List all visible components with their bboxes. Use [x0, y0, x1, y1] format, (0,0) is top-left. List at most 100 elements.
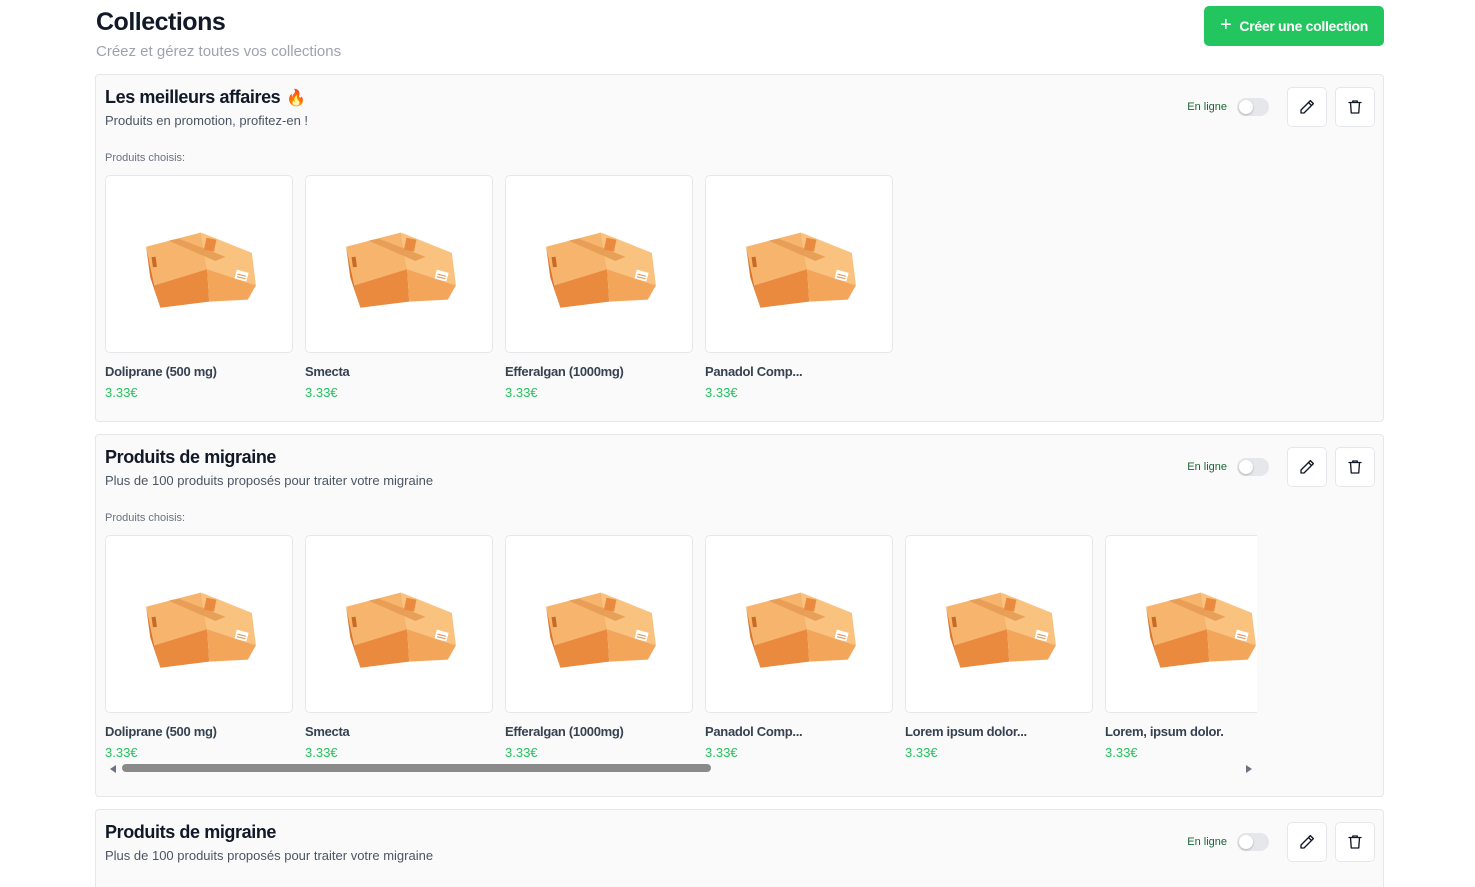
- pencil-icon: [1298, 458, 1316, 476]
- page-subtitle: Créez et gérez toutes vos collections: [96, 43, 342, 60]
- product-image: [905, 535, 1093, 713]
- scroll-right-arrow-icon[interactable]: [1246, 765, 1252, 773]
- box-icon: [538, 578, 660, 670]
- collection-description: Plus de 100 produits proposés pour trait…: [105, 473, 434, 488]
- product-price: 3.33€: [105, 745, 138, 760]
- product-name: Panadol Comp...: [705, 364, 803, 379]
- collection-description: Plus de 100 produits proposés pour trait…: [105, 848, 434, 863]
- product-card[interactable]: Panadol Comp... 3.33€: [705, 535, 893, 760]
- chosen-products-label: Produits choisis:: [105, 512, 186, 524]
- page-header: Collections Créez et gérez toutes vos co…: [96, 8, 341, 60]
- box-icon: [138, 578, 260, 670]
- product-card[interactable]: Smecta 3.33€: [305, 175, 493, 400]
- product-card[interactable]: Efferalgan (1000mg) 3.33€: [505, 535, 693, 760]
- product-card[interactable]: Panadol Comp... 3.33€: [705, 175, 893, 400]
- collection-actions: En ligne: [1187, 447, 1375, 487]
- collection-title: Les meilleurs affaires 🔥: [105, 87, 306, 108]
- box-icon: [738, 578, 860, 670]
- pencil-icon: [1298, 98, 1316, 116]
- product-list: Doliprane (500 mg) 3.33€ Smecta 3.33€ Ef…: [105, 175, 893, 400]
- product-price: 3.33€: [505, 745, 538, 760]
- product-card[interactable]: Lorem, ipsum dolor. 3.33€: [1105, 535, 1257, 760]
- product-price: 3.33€: [705, 385, 738, 400]
- product-image: [305, 535, 493, 713]
- box-icon: [538, 218, 660, 310]
- box-icon: [138, 218, 260, 310]
- product-name: Doliprane (500 mg): [105, 364, 217, 379]
- product-name: Efferalgan (1000mg): [505, 724, 624, 739]
- collection-actions: En ligne: [1187, 87, 1375, 127]
- toggle-knob: [1239, 100, 1253, 114]
- trash-icon: [1346, 98, 1364, 116]
- edit-button[interactable]: [1287, 822, 1327, 862]
- product-price: 3.33€: [305, 385, 338, 400]
- online-toggle[interactable]: [1237, 458, 1269, 476]
- product-image: [105, 535, 293, 713]
- product-card[interactable]: Doliprane (500 mg) 3.33€: [105, 175, 293, 400]
- collection-title: Produits de migraine: [105, 447, 276, 468]
- product-name: Smecta: [305, 364, 350, 379]
- product-image: [1105, 535, 1257, 713]
- product-card[interactable]: Efferalgan (1000mg) 3.33€: [505, 175, 693, 400]
- product-name: Efferalgan (1000mg): [505, 364, 624, 379]
- product-name: Lorem, ipsum dolor.: [1105, 724, 1224, 739]
- box-icon: [738, 218, 860, 310]
- collection-actions: En ligne: [1187, 822, 1375, 862]
- page-title: Collections: [96, 8, 226, 36]
- product-price: 3.33€: [105, 385, 138, 400]
- collection-card: Produits de migraine Plus de 100 produit…: [95, 809, 1384, 887]
- product-price: 3.33€: [1105, 745, 1138, 760]
- box-icon: [938, 578, 1060, 670]
- box-icon: [338, 578, 460, 670]
- collection-title-text: Produits de migraine: [105, 822, 277, 842]
- online-toggle[interactable]: [1237, 98, 1269, 116]
- collection-title-text: Produits de migraine: [105, 447, 277, 467]
- product-name: Doliprane (500 mg): [105, 724, 217, 739]
- online-toggle[interactable]: [1237, 833, 1269, 851]
- toggle-knob: [1239, 835, 1253, 849]
- pencil-icon: [1298, 833, 1316, 851]
- product-card[interactable]: Doliprane (500 mg) 3.33€: [105, 535, 293, 760]
- create-collection-label: Créer une collection: [1239, 18, 1368, 34]
- product-price: 3.33€: [905, 745, 938, 760]
- product-name: Panadol Comp...: [705, 724, 803, 739]
- product-name: Lorem ipsum dolor...: [905, 724, 1027, 739]
- product-image: [705, 175, 893, 353]
- collection-title: Produits de migraine: [105, 822, 276, 843]
- create-collection-button[interactable]: + Créer une collection: [1204, 6, 1384, 46]
- toggle-knob: [1239, 460, 1253, 474]
- delete-button[interactable]: [1335, 87, 1375, 127]
- fire-icon: 🔥: [286, 89, 306, 107]
- product-image: [505, 535, 693, 713]
- scroll-left-arrow-icon[interactable]: [110, 765, 116, 773]
- product-card[interactable]: Smecta 3.33€: [305, 535, 493, 760]
- product-scroll-area[interactable]: Doliprane (500 mg) 3.33€ Smecta 3.33€ Ef…: [105, 535, 1257, 775]
- chosen-products-label: Produits choisis:: [105, 152, 186, 164]
- online-label: En ligne: [1187, 101, 1227, 113]
- delete-button[interactable]: [1335, 447, 1375, 487]
- product-image: [105, 175, 293, 353]
- collection-description: Produits en promotion, profitez-en !: [105, 113, 309, 128]
- product-price: 3.33€: [705, 745, 738, 760]
- edit-button[interactable]: [1287, 87, 1327, 127]
- collection-title-text: Les meilleurs affaires: [105, 87, 281, 107]
- plus-icon: +: [1220, 14, 1232, 36]
- product-price: 3.33€: [305, 745, 338, 760]
- product-card[interactable]: Lorem ipsum dolor... 3.33€: [905, 535, 1093, 760]
- online-label: En ligne: [1187, 836, 1227, 848]
- delete-button[interactable]: [1335, 822, 1375, 862]
- trash-icon: [1346, 458, 1364, 476]
- product-image: [305, 175, 493, 353]
- product-image: [705, 535, 893, 713]
- online-label: En ligne: [1187, 461, 1227, 473]
- box-icon: [338, 218, 460, 310]
- product-price: 3.33€: [505, 385, 538, 400]
- collection-card: Les meilleurs affaires 🔥 Produits en pro…: [95, 74, 1384, 422]
- product-image: [505, 175, 693, 353]
- horizontal-scrollbar[interactable]: [105, 763, 1257, 775]
- box-icon: [1138, 578, 1257, 670]
- trash-icon: [1346, 833, 1364, 851]
- scrollbar-thumb[interactable]: [122, 764, 711, 772]
- collection-card: Produits de migraine Plus de 100 produit…: [95, 434, 1384, 797]
- edit-button[interactable]: [1287, 447, 1327, 487]
